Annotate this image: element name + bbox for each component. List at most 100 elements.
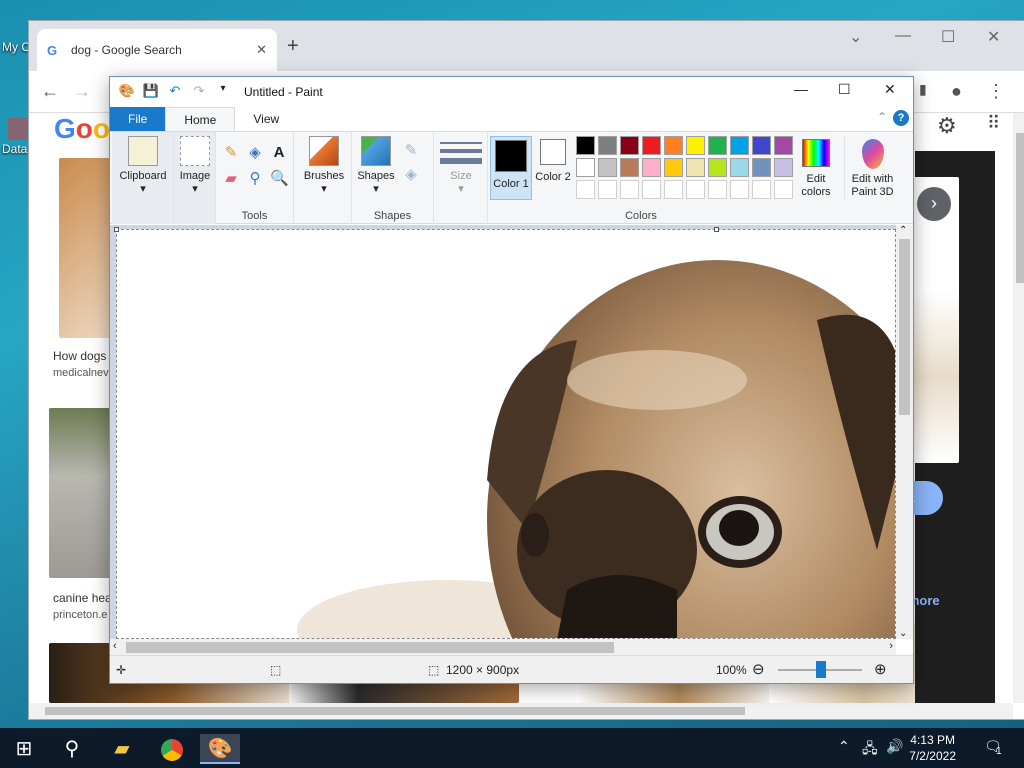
outline-icon[interactable]: ✎: [402, 142, 420, 160]
sidebar-icon[interactable]: ▮: [919, 81, 927, 98]
redo-icon[interactable]: ↷: [190, 83, 208, 101]
next-arrow-icon[interactable]: ›: [917, 187, 951, 221]
palette-swatch[interactable]: [664, 180, 683, 199]
text-icon[interactable]: A: [270, 144, 288, 162]
minimize-icon[interactable]: —: [794, 81, 808, 97]
image-button[interactable]: Image ▾: [176, 136, 214, 195]
palette-swatch[interactable]: [664, 136, 683, 155]
result-caption[interactable]: canine hea: [53, 591, 112, 605]
palette-swatch[interactable]: [752, 136, 771, 155]
forward-icon[interactable]: →: [73, 81, 91, 102]
chevron-down-icon[interactable]: ⌄: [849, 27, 862, 47]
scroll-right-icon[interactable]: ›: [889, 640, 893, 652]
color1-button[interactable]: Color 1: [490, 136, 532, 200]
size-button[interactable]: Size ▾: [440, 136, 482, 195]
palette-swatch[interactable]: [730, 136, 749, 155]
tab-view[interactable]: View: [235, 107, 297, 131]
show-hidden-icons-icon[interactable]: ⌃: [838, 738, 850, 755]
palette-swatch[interactable]: [730, 158, 749, 177]
horizontal-scrollbar[interactable]: [29, 703, 1013, 719]
palette-swatch[interactable]: [708, 180, 727, 199]
palette-swatch[interactable]: [708, 136, 727, 155]
palette-swatch[interactable]: [774, 136, 793, 155]
paint-taskbar-icon[interactable]: 🎨: [200, 734, 240, 764]
new-tab-button[interactable]: +: [287, 35, 299, 58]
magnifier-icon[interactable]: 🔍: [270, 170, 289, 188]
shapes-button[interactable]: Shapes ▾: [354, 136, 398, 195]
shape-fill-icon[interactable]: ◈: [402, 166, 420, 184]
fill-icon[interactable]: ◈: [246, 144, 264, 162]
maximize-icon[interactable]: ☐: [838, 81, 851, 98]
edit-colors-button[interactable]: Edit colors: [794, 136, 838, 199]
palette-swatch[interactable]: [642, 136, 661, 155]
paint-app-icon[interactable]: 🎨: [118, 83, 136, 101]
palette-swatch[interactable]: [620, 136, 639, 155]
maximize-icon[interactable]: ☐: [941, 27, 955, 47]
palette-swatch[interactable]: [752, 158, 771, 177]
volume-icon[interactable]: 🔊: [886, 738, 903, 755]
result-caption[interactable]: How dogs: [53, 349, 106, 363]
clock[interactable]: 4:13 PM 7/2/2022: [909, 732, 956, 764]
palette-swatch[interactable]: [708, 158, 727, 177]
palette-swatch[interactable]: [598, 158, 617, 177]
zoom-out-icon[interactable]: ⊖: [752, 660, 765, 678]
palette-swatch[interactable]: [576, 136, 595, 155]
palette-swatch[interactable]: [686, 136, 705, 155]
palette-swatch[interactable]: [598, 136, 617, 155]
chrome-tab[interactable]: G dog - Google Search ✕: [37, 29, 277, 71]
palette-swatch[interactable]: [686, 180, 705, 199]
customize-toolbar-icon[interactable]: ▾: [214, 83, 232, 101]
save-icon[interactable]: 💾: [142, 83, 160, 101]
brushes-button[interactable]: Brushes ▾: [298, 136, 350, 195]
palette-swatch[interactable]: [598, 180, 617, 199]
drawing-canvas[interactable]: [116, 229, 896, 639]
color2-button[interactable]: Color 2: [534, 136, 572, 184]
clipboard-button[interactable]: Clipboard ▾: [116, 136, 170, 195]
palette-swatch[interactable]: [774, 180, 793, 199]
palette-swatch[interactable]: [576, 158, 595, 177]
scroll-down-icon[interactable]: ⌄: [899, 628, 907, 639]
palette-swatch[interactable]: [664, 158, 683, 177]
minimize-icon[interactable]: —: [895, 27, 911, 45]
close-tab-icon[interactable]: ✕: [256, 42, 267, 58]
settings-gear-icon[interactable]: ⚙: [937, 113, 957, 139]
resize-handle[interactable]: [114, 227, 119, 232]
close-icon[interactable]: ✕: [884, 81, 896, 98]
chrome-taskbar-icon[interactable]: [152, 734, 192, 764]
tab-home[interactable]: Home: [165, 107, 236, 131]
palette-swatch[interactable]: [642, 180, 661, 199]
start-windows-icon[interactable]: ⊞: [4, 734, 44, 764]
search-icon[interactable]: ⚲: [52, 734, 92, 764]
palette-swatch[interactable]: [576, 180, 595, 199]
canvas-vertical-scrollbar[interactable]: ⌃ ⌄: [896, 225, 913, 639]
palette-swatch[interactable]: [752, 180, 771, 199]
undo-icon[interactable]: ↶: [166, 83, 184, 101]
resize-handle[interactable]: [714, 227, 719, 232]
color-picker-icon[interactable]: ⚲: [246, 170, 264, 188]
zoom-in-icon[interactable]: ⊕: [874, 660, 887, 678]
palette-swatch[interactable]: [620, 158, 639, 177]
palette-swatch[interactable]: [620, 180, 639, 199]
help-icon[interactable]: ?: [893, 110, 909, 126]
network-icon[interactable]: 🖧: [862, 738, 878, 762]
pencil-icon[interactable]: ✎: [222, 144, 240, 162]
apps-grid-icon[interactable]: ⠿: [987, 113, 1000, 134]
palette-swatch[interactable]: [730, 180, 749, 199]
tab-file[interactable]: File: [110, 107, 166, 131]
back-icon[interactable]: ←: [41, 81, 59, 102]
scroll-up-icon[interactable]: ⌃: [899, 225, 907, 236]
palette-swatch[interactable]: [774, 158, 793, 177]
palette-swatch[interactable]: [686, 158, 705, 177]
scroll-left-icon[interactable]: ‹: [113, 640, 117, 652]
vertical-scrollbar[interactable]: [1013, 113, 1024, 703]
close-icon[interactable]: ✕: [987, 27, 1000, 47]
menu-icon[interactable]: ⋮: [987, 81, 1005, 102]
file-explorer-icon[interactable]: ▰: [102, 734, 142, 764]
edit-paint3d-button[interactable]: Edit with Paint 3D: [844, 136, 900, 199]
collapse-ribbon-icon[interactable]: ⌃: [877, 110, 887, 124]
palette-swatch[interactable]: [642, 158, 661, 177]
profile-icon[interactable]: ●: [951, 81, 962, 102]
zoom-slider-thumb[interactable]: [816, 661, 826, 678]
canvas-horizontal-scrollbar[interactable]: ‹ ›: [110, 639, 896, 656]
eraser-icon[interactable]: ▰: [222, 170, 240, 188]
